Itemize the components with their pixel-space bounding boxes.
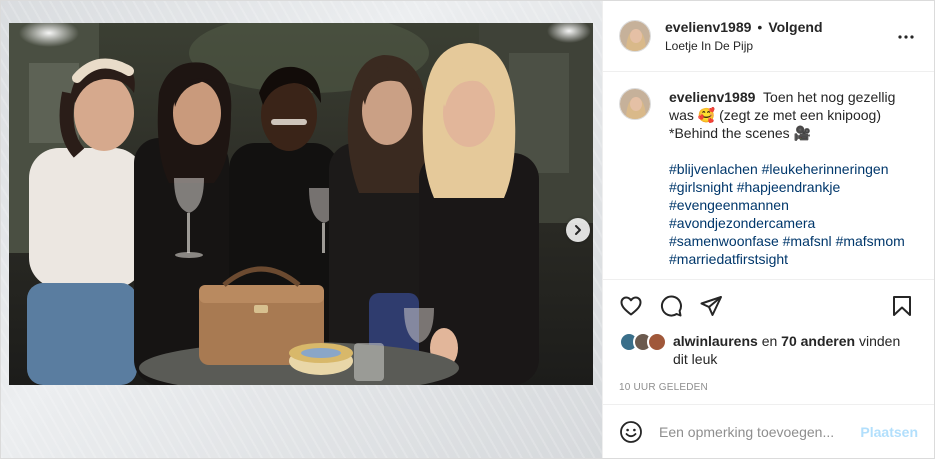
author-avatar[interactable] bbox=[619, 20, 651, 52]
separator-dot: • bbox=[757, 19, 763, 35]
group-photo-illustration bbox=[9, 23, 593, 385]
smiling-face-emoji: 🥰 bbox=[697, 107, 716, 123]
post-location[interactable]: Loetje In De Pijp bbox=[665, 39, 823, 53]
post-photo bbox=[9, 23, 593, 385]
save-button[interactable] bbox=[882, 286, 922, 326]
post-header: evelienv1989 • Volgend Loetje In De Pijp bbox=[603, 1, 934, 72]
paper-plane-icon bbox=[700, 296, 722, 316]
caption-author-avatar[interactable] bbox=[619, 88, 651, 120]
hashtag-link[interactable]: #mafsnl bbox=[783, 233, 832, 249]
comment-button[interactable] bbox=[651, 286, 691, 326]
comments-area: evelienv1989 Toen het nog gezellig was 🥰… bbox=[603, 72, 934, 280]
other-likers-count[interactable]: 70 anderen bbox=[781, 333, 855, 349]
comment-input[interactable] bbox=[659, 423, 861, 440]
next-slide-button[interactable] bbox=[566, 218, 590, 242]
following-button[interactable]: Volgend bbox=[768, 19, 822, 35]
post-timestamp[interactable]: 10 UUR GELEDEN bbox=[603, 368, 934, 404]
more-horizontal-icon bbox=[898, 35, 914, 39]
post-media[interactable] bbox=[1, 1, 602, 458]
caption-username[interactable]: evelienv1989 bbox=[669, 89, 755, 105]
author-meta: evelienv1989 • Volgend Loetje In De Pijp bbox=[665, 19, 823, 53]
emoji-picker-button[interactable] bbox=[619, 420, 643, 444]
hashtag-link[interactable]: #samenwoonfase bbox=[669, 233, 779, 249]
likes-text: alwinlaurens en 70 anderen vinden dit le… bbox=[673, 332, 918, 368]
comment-bubble-icon bbox=[660, 295, 682, 317]
hashtag-link[interactable]: #leukeherinneringen bbox=[762, 161, 889, 177]
chevron-right-icon bbox=[575, 225, 581, 235]
like-button[interactable] bbox=[611, 286, 651, 326]
bookmark-icon bbox=[893, 296, 911, 316]
avatar-image bbox=[620, 89, 650, 119]
liker-avatar bbox=[647, 332, 667, 352]
liker-avatars[interactable] bbox=[619, 332, 667, 368]
hashtag-link[interactable]: #blijvenlachen bbox=[669, 161, 758, 177]
likes-summary: alwinlaurens en 70 anderen vinden dit le… bbox=[603, 332, 934, 368]
hashtag-link[interactable]: #marriedatfirstsight bbox=[669, 251, 788, 267]
hashtag-link[interactable]: #girlsnight bbox=[669, 179, 733, 195]
hashtag-link[interactable]: #hapjeendrankje bbox=[737, 179, 841, 195]
post-actions bbox=[603, 280, 934, 332]
instagram-post: evelienv1989 • Volgend Loetje In De Pijp bbox=[0, 0, 935, 459]
hashtag-link[interactable]: #mafsmom bbox=[836, 233, 905, 249]
first-liker-username[interactable]: alwinlaurens bbox=[673, 333, 758, 349]
post-comment-button[interactable]: Plaatsen bbox=[860, 424, 918, 440]
more-options-button[interactable] bbox=[894, 25, 918, 49]
author-line: evelienv1989 • Volgend bbox=[665, 19, 823, 35]
movie-camera-emoji: 🎥 bbox=[793, 125, 811, 141]
smiley-icon bbox=[620, 420, 642, 443]
add-comment-bar: Plaatsen bbox=[603, 404, 934, 458]
hashtag-link[interactable]: #avondjezondercamera bbox=[669, 215, 815, 231]
share-button[interactable] bbox=[691, 286, 731, 326]
post-sidebar: evelienv1989 • Volgend Loetje In De Pijp bbox=[602, 1, 934, 458]
hashtag-link[interactable]: #evengeenmannen bbox=[669, 197, 789, 213]
author-username[interactable]: evelienv1989 bbox=[665, 19, 751, 35]
avatar-image bbox=[620, 21, 650, 51]
hashtag-list: #blijvenlachen #leukeherinneringen #girl… bbox=[669, 160, 918, 268]
heart-icon bbox=[620, 296, 642, 316]
likes-connector: en bbox=[761, 333, 778, 349]
post-caption: evelienv1989 Toen het nog gezellig was 🥰… bbox=[619, 88, 918, 268]
caption-body: evelienv1989 Toen het nog gezellig was 🥰… bbox=[669, 88, 918, 268]
